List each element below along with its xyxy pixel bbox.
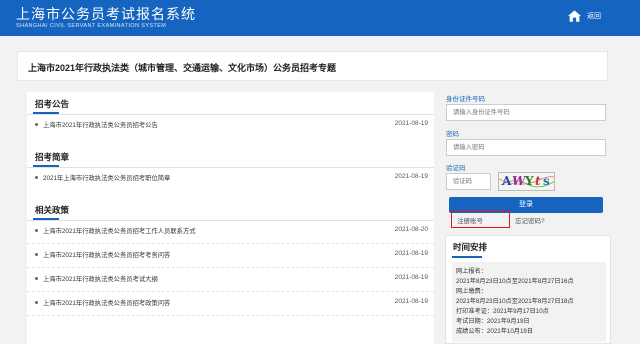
bullet — [35, 277, 38, 280]
section-policy-title: 相关政策 — [35, 205, 70, 215]
page-title-bar: 上海市2021年行政执法类（城市管理、交通运输、文化市场）公务员招考专题 — [17, 51, 608, 81]
schedule-panel: 时间安排 网上报名： 2021年8月23日10点至2021年8月27日16点 网… — [445, 235, 611, 344]
home-button[interactable]: 返回 — [568, 10, 601, 22]
captcha-label: 验证码 — [446, 165, 466, 172]
list-item-date: 2021-08-19 — [394, 250, 428, 257]
list-item-link[interactable]: 上海市2021年行政执法类公务员招考政策问答 — [43, 298, 170, 307]
captcha-char: A — [502, 174, 512, 188]
bullet — [35, 123, 38, 126]
list-item[interactable]: 上海市2021年行政执法类公务员招考考务问答 2021-08-19 — [27, 248, 434, 264]
id-label: 身份证件号码 — [446, 96, 485, 103]
schedule-line: 打印准考证：2021年9月17日10点 — [456, 308, 549, 315]
site-header: 上海市公务员考试报名系统 SHANGHAI CIVIL SERVANT EXAM… — [0, 0, 640, 36]
page-title: 上海市2021年行政执法类（城市管理、交通运输、文化市场）公务员招考专题 — [28, 63, 337, 73]
id-number-input[interactable] — [446, 104, 606, 121]
divider — [27, 291, 434, 293]
home-icon — [568, 10, 581, 22]
section-underline — [452, 256, 482, 258]
list-item[interactable]: 上海市2021年行政执法类公务员招考工作人员联系方式 2021-08-20 — [27, 224, 434, 240]
list-item-date: 2021-08-19 — [394, 298, 428, 305]
section-announce-title: 招考公告 — [35, 99, 70, 109]
captcha-char: Y — [525, 174, 534, 188]
password-label: 密码 — [446, 131, 459, 138]
bullet — [35, 229, 38, 232]
bullet — [35, 176, 38, 179]
captcha-char: W — [512, 174, 526, 188]
schedule-title: 时间安排 — [453, 242, 488, 252]
section-announce-header: 招考公告 — [27, 92, 434, 115]
captcha-char: t — [535, 174, 541, 188]
captcha-image[interactable]: A W Y t s — [498, 172, 555, 191]
main-content: 招考公告 上海市2021年行政执法类公务员招考公告 2021-08-19 招考简… — [27, 92, 434, 344]
list-item-link[interactable]: 2021年上海市行政执法类公务员招考职位简章 — [43, 173, 170, 182]
schedule-line: 2021年8月23日10点至2021年8月27日18点 — [456, 298, 574, 305]
forgot-password-link[interactable]: 忘记密码? — [515, 215, 545, 225]
schedule-line: 2021年8月23日10点至2021年8月27日16点 — [456, 278, 574, 285]
schedule-body: 网上报名： 2021年8月23日10点至2021年8月27日16点 网上缴费： … — [452, 262, 606, 342]
list-item-link[interactable]: 上海市2021年行政执法类公务员招考考务问答 — [43, 250, 170, 259]
home-label: 返回 — [587, 13, 601, 20]
section-underline — [33, 218, 59, 220]
divider — [27, 243, 434, 245]
list-item-link[interactable]: 上海市2021年行政执法类公务员招考工作人员联系方式 — [43, 226, 196, 235]
list-item-date: 2021-08-19 — [394, 173, 428, 180]
site-subtitle: SHANGHAI CIVIL SERVANT EXAMINATION SYSTE… — [16, 23, 167, 29]
schedule-line: 考试日期：2021年9月19日 — [456, 318, 530, 325]
list-item[interactable]: 上海市2021年行政执法类公务员考试大纲 2021-08-19 — [27, 272, 434, 288]
list-item-date: 2021-08-20 — [394, 226, 428, 233]
schedule-line: 网上报名： — [456, 268, 487, 275]
captcha-char: s — [543, 174, 550, 188]
schedule-line: 网上缴费： — [456, 288, 487, 295]
highlight-box — [451, 211, 510, 228]
site-title: 上海市公务员考试报名系统 — [16, 6, 196, 22]
captcha-input[interactable] — [446, 173, 491, 190]
section-guide-title: 招考简章 — [35, 152, 70, 162]
section-guide-header: 招考简章 — [27, 145, 434, 168]
divider — [27, 315, 434, 317]
section-underline — [33, 165, 59, 167]
list-item-date: 2021-08-19 — [394, 120, 428, 127]
list-item-link[interactable]: 上海市2021年行政执法类公务员考试大纲 — [43, 274, 158, 283]
password-input[interactable] — [446, 139, 606, 156]
list-item[interactable]: 2021年上海市行政执法类公务员招考职位简章 2021-08-19 — [27, 171, 434, 187]
divider — [27, 267, 434, 269]
bullet — [35, 301, 38, 304]
section-underline — [33, 112, 59, 114]
list-item-link[interactable]: 上海市2021年行政执法类公务员招考公告 — [43, 120, 158, 129]
login-panel: 身份证件号码 密码 验证码 A W Y t s 登录 注册账号 忘记密码? — [445, 90, 611, 231]
schedule-line: 成绩公布：2021年10月19日 — [456, 328, 534, 335]
list-item[interactable]: 上海市2021年行政执法类公务员招考公告 2021-08-19 — [27, 118, 434, 134]
bullet — [35, 253, 38, 256]
list-item[interactable]: 上海市2021年行政执法类公务员招考政策问答 2021-08-19 — [27, 296, 434, 312]
list-item-date: 2021-08-19 — [394, 274, 428, 281]
section-policy-header: 相关政策 — [27, 198, 434, 221]
